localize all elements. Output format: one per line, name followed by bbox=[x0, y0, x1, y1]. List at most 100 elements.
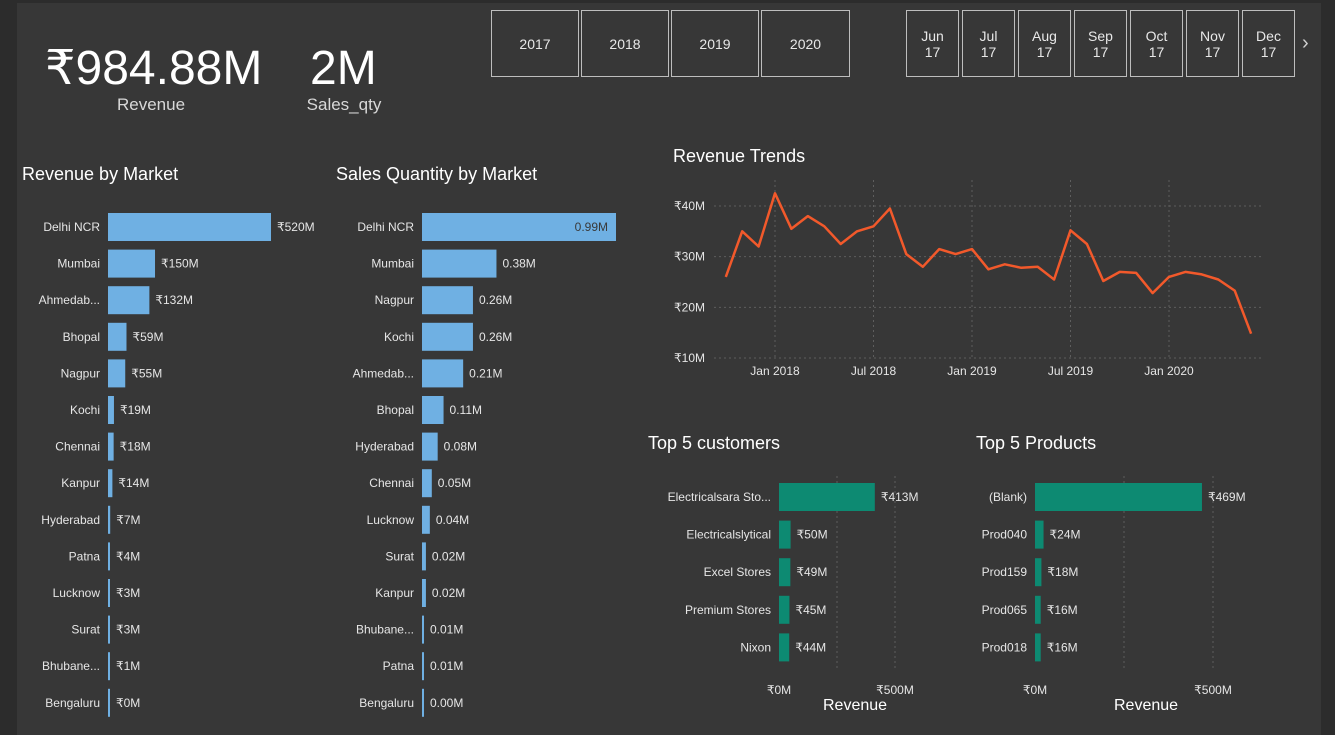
sales-qty-by-market-category-label: Ahmedab... bbox=[353, 366, 414, 380]
sales-qty-by-market-category-label: Hyderabad bbox=[355, 440, 414, 454]
revenue-by-market-data-label: ₹1M bbox=[116, 659, 140, 673]
revenue-by-market-category-label: Chennai bbox=[55, 440, 100, 454]
top5-customers-x-tick: ₹500M bbox=[876, 683, 914, 697]
revenue-by-market-data-label: ₹520M bbox=[277, 220, 315, 234]
sales-qty-by-market-bar-chennai bbox=[422, 469, 432, 498]
top5-products-bar-prod159 bbox=[1035, 558, 1042, 587]
sales-qty-by-market-bar-ahmedab bbox=[422, 359, 464, 388]
revenue-by-market-data-label: ₹59M bbox=[132, 330, 163, 344]
sales-qty-by-market-category-label: Mumbai bbox=[371, 257, 414, 271]
top5-customers-data-label: ₹49M bbox=[796, 565, 827, 579]
top5-products-bar-prod040 bbox=[1035, 520, 1044, 549]
top5-products-bar-blank bbox=[1035, 483, 1202, 511]
sales-qty-by-market-data-label: 0.11M bbox=[450, 403, 482, 417]
revenue-trends-y-tick: ₹40M bbox=[674, 199, 705, 213]
revenue-by-market-bar-bhopal bbox=[108, 322, 127, 351]
sales-qty-by-market-bar-surat bbox=[422, 542, 426, 571]
revenue-by-market-data-label: ₹3M bbox=[116, 586, 140, 600]
revenue-by-market-bar-bengaluru bbox=[108, 688, 110, 717]
top5-customers-category-label: Excel Stores bbox=[704, 565, 771, 579]
top5-products-data-label: ₹16M bbox=[1047, 603, 1078, 617]
top5-customers-category-label: Nixon bbox=[740, 640, 771, 654]
revenue-by-market-bar-bhubane bbox=[108, 652, 110, 681]
revenue-by-market-data-label: ₹55M bbox=[131, 366, 162, 380]
sales-qty-by-market-category-label: Bhopal bbox=[377, 403, 414, 417]
top5-products-data-label: ₹16M bbox=[1047, 640, 1078, 654]
sales-qty-by-market-bar-kochi bbox=[422, 322, 473, 351]
sales-qty-by-market-category-label: Surat bbox=[385, 549, 414, 563]
revenue-by-market-bar-patna bbox=[108, 542, 110, 571]
top5-customers-category-label: Electricalslytical bbox=[686, 528, 771, 542]
sales-qty-by-market-data-label: 0.02M bbox=[432, 586, 465, 600]
revenue-by-market-category-label: Delhi NCR bbox=[43, 220, 100, 234]
top5-products-category-label: Prod018 bbox=[982, 640, 1028, 654]
revenue-by-market-bar-kochi bbox=[108, 396, 114, 424]
top5-customers-category-label: Electricalsara Sto... bbox=[668, 490, 771, 504]
sales-qty-by-market-category-label: Patna bbox=[383, 659, 415, 673]
top5-customers-bar-excel-stores bbox=[779, 558, 791, 587]
top5-products-x-tick: ₹0M bbox=[1023, 683, 1047, 697]
sales-qty-by-market-bar-nagpur bbox=[422, 286, 473, 315]
revenue-trends-x-tick: Jan 2019 bbox=[947, 364, 997, 378]
sales-qty-by-market-category-label: Kochi bbox=[384, 330, 414, 344]
sales-qty-by-market-data-label: 0.21M bbox=[469, 366, 502, 380]
top5-customers-data-label: ₹413M bbox=[881, 490, 919, 504]
charts-layer: Delhi NCR ₹520M Mumbai ₹150M Ahmedab... ₹132M… bbox=[39, 180, 1262, 717]
revenue-by-market-category-label: Patna bbox=[69, 549, 101, 563]
top5-products-category-label: Prod065 bbox=[982, 603, 1028, 617]
revenue-by-market-bar-nagpur bbox=[108, 359, 126, 388]
sales-qty-by-market-category-label: Bengaluru bbox=[359, 696, 414, 710]
revenue-by-market-data-label: ₹14M bbox=[118, 476, 149, 490]
revenue-by-market-data-label: ₹4M bbox=[116, 549, 140, 563]
sales-qty-by-market-data-label: 0.01M bbox=[430, 623, 463, 637]
top5-customers-bar-electricalslytical bbox=[779, 520, 791, 549]
revenue-trends-x-tick: Jul 2019 bbox=[1048, 364, 1094, 378]
sales-qty-by-market-data-label: 0.05M bbox=[438, 476, 471, 490]
top5-customers-bar-premium-stores bbox=[779, 595, 790, 624]
sales-qty-by-market-category-label: Delhi NCR bbox=[357, 220, 414, 234]
revenue-by-market-bar-surat bbox=[108, 615, 110, 644]
top5-products-category-label: Prod159 bbox=[982, 565, 1028, 579]
sales-qty-by-market-data-label: 0.01M bbox=[430, 659, 463, 673]
sales-qty-by-market-data-label: 0.02M bbox=[432, 549, 465, 563]
revenue-by-market-data-label: ₹19M bbox=[120, 403, 151, 417]
revenue-trends-x-tick: Jan 2020 bbox=[1144, 364, 1194, 378]
revenue-trends-y-tick: ₹10M bbox=[674, 351, 705, 365]
revenue-by-market-category-label: Bhopal bbox=[63, 330, 100, 344]
sales-qty-by-market-bar-kanpur bbox=[422, 579, 426, 607]
top5-customers-x-tick: ₹0M bbox=[767, 683, 791, 697]
top5-customers-data-label: ₹45M bbox=[795, 603, 826, 617]
revenue-by-market-category-label: Surat bbox=[71, 623, 100, 637]
revenue-trends-series-line bbox=[724, 192, 1253, 335]
sales-qty-by-market-bar-lucknow bbox=[422, 505, 430, 534]
top5-products-category-label: (Blank) bbox=[989, 490, 1027, 504]
top5-products-bar-prod018 bbox=[1035, 633, 1041, 662]
sales-qty-by-market-data-label: 0.26M bbox=[479, 293, 512, 307]
sales-qty-by-market-data-label: 0.08M bbox=[444, 440, 477, 454]
revenue-by-market-bar-kanpur bbox=[108, 469, 113, 498]
sales-qty-by-market-data-label: 0.38M bbox=[502, 257, 535, 271]
revenue-trends-y-tick: ₹20M bbox=[674, 300, 705, 314]
revenue-by-market-bar-mumbai bbox=[108, 249, 156, 278]
top5-products-x-tick: ₹500M bbox=[1194, 683, 1232, 697]
sales-qty-by-market-category-label: Bhubane... bbox=[356, 623, 414, 637]
top5-products-data-label: ₹18M bbox=[1047, 565, 1078, 579]
revenue-by-market-category-label: Lucknow bbox=[53, 586, 101, 600]
revenue-by-market-category-label: Bhubane... bbox=[42, 659, 100, 673]
revenue-by-market-category-label: Kochi bbox=[70, 403, 100, 417]
revenue-by-market-category-label: Ahmedab... bbox=[39, 293, 100, 307]
revenue-by-market-data-label: ₹3M bbox=[116, 623, 140, 637]
top5-customers-data-label: ₹44M bbox=[795, 640, 826, 654]
sales-qty-by-market-data-label: 0.99M bbox=[575, 220, 608, 234]
sales-qty-by-market-category-label: Nagpur bbox=[375, 293, 414, 307]
sales-qty-by-market-data-label: 0.04M bbox=[436, 513, 469, 527]
sales-qty-by-market-bar-bhubane bbox=[422, 615, 424, 644]
sales-qty-by-market-bar-mumbai bbox=[422, 249, 497, 278]
sales-qty-by-market-bar-bengaluru bbox=[422, 688, 424, 717]
top5-customers-data-label: ₹50M bbox=[797, 528, 828, 542]
revenue-by-market-data-label: ₹0M bbox=[116, 696, 140, 710]
revenue-by-market-data-label: ₹18M bbox=[120, 440, 151, 454]
top5-products-category-label: Prod040 bbox=[982, 528, 1028, 542]
revenue-by-market-bar-lucknow bbox=[108, 579, 110, 607]
top5-customers-bar-electricalsara-sto bbox=[779, 483, 875, 511]
